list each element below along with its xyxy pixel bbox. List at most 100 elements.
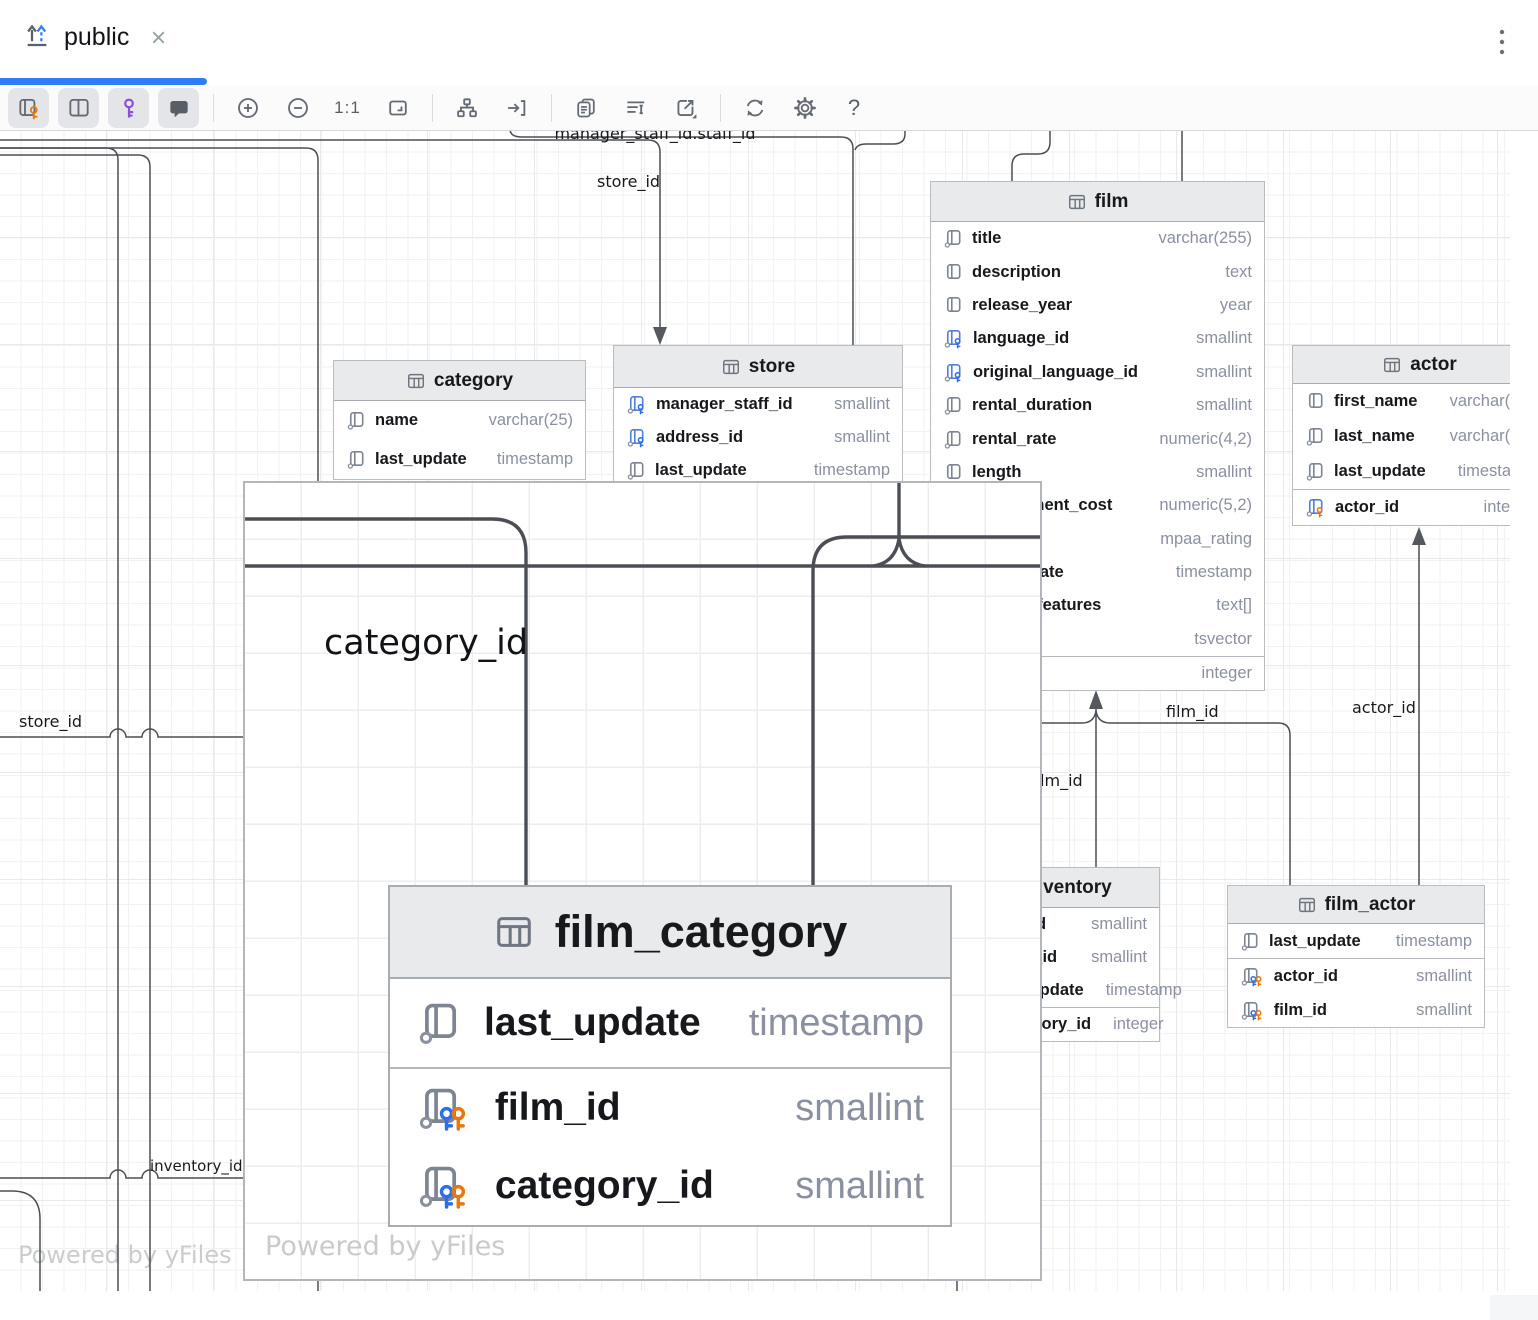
fit-content-button[interactable] (377, 88, 418, 128)
edge-label-magnified[interactable]: category_id (324, 623, 528, 663)
table-header[interactable]: film (931, 182, 1264, 222)
tab-close-icon[interactable] (149, 28, 168, 47)
tab-public[interactable]: public (22, 20, 168, 55)
table-category[interactable]: category namevarchar(25)last_updatetimes… (333, 360, 586, 480)
column-row[interactable]: release_yearyear (931, 289, 1264, 322)
column-type: timestamp (1444, 462, 1510, 481)
column-row[interactable]: manager_staff_idsmallint (614, 388, 902, 421)
table-header[interactable]: actor (1293, 346, 1510, 384)
column-row[interactable]: language_idsmallint (931, 322, 1264, 355)
column-row[interactable]: titlevarchar(255) (931, 222, 1264, 255)
column-row[interactable]: category_idsmallint (390, 1147, 950, 1225)
diagram-canvas[interactable]: manager_staff_id.staff_id store_id store… (0, 131, 1510, 1291)
column-name: film_id (495, 1086, 621, 1130)
auto-layout-button[interactable] (446, 88, 487, 128)
table-header[interactable]: category (334, 361, 585, 401)
help-button[interactable]: ? (834, 88, 875, 128)
column-type: smallint (781, 1165, 924, 1208)
table-header[interactable]: film_actor (1228, 886, 1484, 924)
zoom-out-button[interactable] (277, 88, 318, 128)
refresh-button[interactable] (734, 88, 775, 128)
column-type: timestamp (735, 1002, 924, 1045)
column-row[interactable]: original_language_idsmallint (931, 356, 1264, 389)
column-row[interactable]: last_updatetimestamp (1293, 454, 1510, 489)
column-row[interactable]: film_idsmallint (1228, 993, 1484, 1027)
edge-label[interactable]: store_id (597, 172, 660, 191)
column-name: last_update (655, 461, 747, 480)
diagram-window: public (0, 0, 1538, 1320)
column-type: timestamp (1162, 563, 1252, 582)
table-film-actor[interactable]: film_actor last_updatetimestampactor_ids… (1227, 885, 1485, 1028)
column-icon (1240, 931, 1261, 952)
table-icon (406, 371, 426, 391)
column-type: smallint (1182, 329, 1252, 348)
more-menu-icon[interactable] (1492, 26, 1512, 58)
table-actor[interactable]: actor first_namevarchar(45)last_namevarc… (1292, 345, 1510, 526)
table-film-category[interactable]: film_category last_updatetimestampfilm_i… (388, 885, 952, 1227)
column-row[interactable]: namevarchar(25) (334, 401, 585, 440)
column-type: timestamp (1092, 981, 1182, 1000)
column-row[interactable]: first_namevarchar(45) (1293, 384, 1510, 419)
column-type: numeric(5,2) (1145, 496, 1252, 515)
column-row[interactable]: address_idsmallint (614, 421, 902, 454)
magnifier-overlay[interactable]: category_id film_category last_updatetim… (243, 481, 1042, 1281)
column-type: integer (1470, 498, 1510, 517)
keys-toggle-button[interactable] (108, 88, 149, 128)
column-row[interactable]: last_namevarchar(45) (1293, 419, 1510, 454)
column-name: length (972, 463, 1022, 482)
column-type: text (1211, 263, 1252, 282)
column-name: name (375, 411, 418, 430)
column-icon (626, 460, 647, 481)
column-row[interactable]: last_updatetimestamp (390, 979, 950, 1067)
zoom-in-button[interactable] (227, 88, 268, 128)
table-header[interactable]: film_category (390, 887, 950, 979)
column-row[interactable]: actor_idinteger (1293, 490, 1510, 525)
column-type: smallint (1182, 463, 1252, 482)
column-row[interactable]: film_idsmallint (390, 1069, 950, 1147)
column-name: manager_staff_id (656, 395, 793, 414)
zoom-reset-button[interactable]: 1:1 (327, 88, 368, 128)
column-icon (943, 228, 964, 249)
edge-label[interactable]: inventory_id (150, 1157, 243, 1175)
copy-diagram-button[interactable] (565, 88, 606, 128)
column-row[interactable]: descriptiontext (931, 255, 1264, 288)
edge-label[interactable]: store_id (19, 712, 82, 731)
column-row[interactable]: rental_durationsmallint (931, 389, 1264, 422)
active-tab-indicator (0, 78, 207, 85)
column-row[interactable]: actor_idsmallint (1228, 959, 1484, 993)
table-store[interactable]: store manager_staff_idsmallintaddress_id… (613, 345, 903, 488)
column-icon (1305, 391, 1326, 412)
export-diagram-button[interactable] (665, 88, 706, 128)
column-name: release_year (972, 296, 1072, 315)
column-icon (1305, 426, 1326, 447)
column-name: film_id (1274, 1001, 1327, 1020)
edge-label[interactable]: film_id (1166, 702, 1219, 721)
column-row[interactable]: last_updatetimestamp (334, 440, 585, 479)
table-icon (721, 357, 741, 377)
column-name: actor_id (1274, 967, 1338, 986)
table-structure-toggle-button[interactable] (8, 88, 49, 128)
column-icon (346, 449, 367, 470)
edge-label[interactable]: manager_staff_id.staff_id (520, 131, 790, 143)
table-icon (1297, 895, 1317, 915)
columns-toggle-button[interactable] (58, 88, 99, 128)
column-type: tsvector (1180, 630, 1252, 649)
foreign-key-icon (626, 394, 648, 415)
edge-label[interactable]: actor_id (1352, 698, 1416, 717)
column-row[interactable]: last_updatetimestamp (1228, 924, 1484, 958)
column-type: text[] (1202, 596, 1252, 615)
column-icon (943, 395, 964, 416)
edit-labels-button[interactable] (615, 88, 656, 128)
column-name: original_language_id (973, 363, 1138, 382)
table-icon (1382, 355, 1402, 375)
settings-button[interactable] (784, 88, 825, 128)
column-type: varchar(255) (1144, 229, 1252, 248)
column-name: last_name (1334, 427, 1415, 446)
column-type: smallint (1077, 948, 1147, 967)
table-header[interactable]: store (614, 346, 902, 388)
column-type: timestamp (483, 450, 573, 469)
comments-toggle-button[interactable] (158, 88, 199, 128)
column-type: integer (1099, 1015, 1163, 1034)
column-row[interactable]: rental_ratenumeric(4,2) (931, 422, 1264, 455)
go-to-source-button[interactable] (496, 88, 537, 128)
